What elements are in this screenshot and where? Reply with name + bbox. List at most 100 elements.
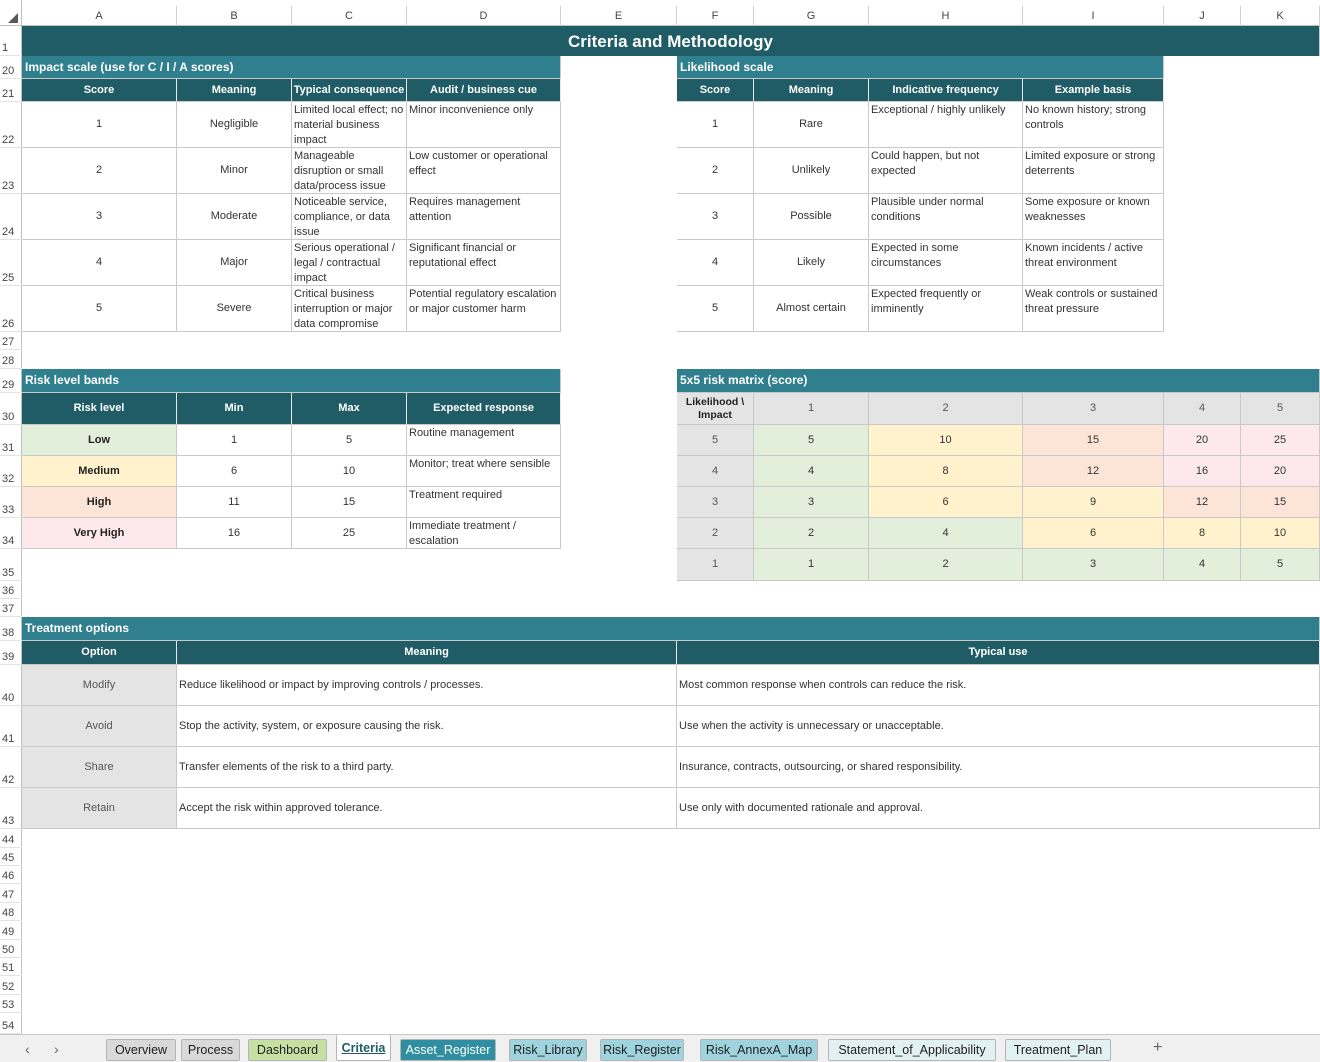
impact-cell[interactable]: Significant financial or reputational ef… — [407, 240, 561, 286]
impact-cell[interactable]: Minor inconvenience only — [407, 102, 561, 148]
row-header-24[interactable]: 24 — [0, 194, 22, 240]
likelihood-cell[interactable]: 4 — [677, 240, 754, 286]
treatment-option[interactable]: Share — [22, 747, 177, 788]
row-header-27[interactable]: 27 — [0, 332, 22, 350]
bands-cell[interactable]: Monitor; treat where sensible — [407, 456, 561, 487]
sheet-tab-overview[interactable]: Overview — [106, 1039, 176, 1061]
impact-header-0[interactable]: Score — [22, 79, 177, 102]
matrix-impact-4[interactable]: 4 — [677, 456, 754, 487]
column-header-e[interactable]: E — [561, 6, 677, 26]
likelihood-cell[interactable]: Weak controls or sustained threat pressu… — [1023, 286, 1164, 332]
column-header-c[interactable]: C — [292, 6, 407, 26]
likelihood-scale-title[interactable]: Likelihood scale — [677, 56, 1164, 79]
impact-cell[interactable]: 1 — [22, 102, 177, 148]
prev-sheet-icon[interactable]: ‹ — [25, 1041, 30, 1057]
bands-cell[interactable]: Low — [22, 425, 177, 456]
matrix-score-cell[interactable]: 4 — [869, 518, 1023, 549]
row-header-48[interactable]: 48 — [0, 903, 22, 921]
row-header-20[interactable]: 20 — [0, 56, 22, 79]
impact-header-3[interactable]: Audit / business cue — [407, 79, 561, 102]
matrix-score-cell[interactable]: 1 — [754, 549, 869, 581]
row-header-23[interactable]: 23 — [0, 148, 22, 194]
bands-cell[interactable]: High — [22, 487, 177, 518]
select-all-corner[interactable] — [0, 0, 22, 26]
impact-cell[interactable]: Negligible — [177, 102, 292, 148]
row-header-53[interactable]: 53 — [0, 995, 22, 1013]
bands-cell[interactable]: Medium — [22, 456, 177, 487]
likelihood-header-1[interactable]: Meaning — [754, 79, 869, 102]
matrix-score-cell[interactable]: 20 — [1241, 456, 1320, 487]
matrix-score-cell[interactable]: 10 — [869, 425, 1023, 456]
likelihood-cell[interactable]: 3 — [677, 194, 754, 240]
sheet-tab-asset-register[interactable]: Asset_Register — [400, 1039, 496, 1061]
bands-cell[interactable]: 16 — [177, 518, 292, 549]
impact-cell[interactable]: Major — [177, 240, 292, 286]
column-header-i[interactable]: I — [1023, 6, 1164, 26]
treatment-meaning[interactable]: Accept the risk within approved toleranc… — [177, 788, 677, 829]
matrix-score-cell[interactable]: 3 — [1023, 549, 1164, 581]
likelihood-cell[interactable]: Limited exposure or strong deterrents — [1023, 148, 1164, 194]
matrix-likelihood-5[interactable]: 5 — [1241, 393, 1320, 425]
matrix-score-cell[interactable]: 2 — [754, 518, 869, 549]
likelihood-cell[interactable]: Likely — [754, 240, 869, 286]
row-header-39[interactable]: 39 — [0, 641, 22, 665]
row-header-32[interactable]: 32 — [0, 456, 22, 487]
bands-header-0[interactable]: Risk level — [22, 393, 177, 425]
impact-cell[interactable]: Manageable disruption or small data/proc… — [292, 148, 407, 194]
column-header-k[interactable]: K — [1241, 6, 1320, 26]
bands-cell[interactable]: Immediate treatment / escalation — [407, 518, 561, 549]
row-header-44[interactable]: 44 — [0, 829, 22, 848]
bands-cell[interactable]: Routine management — [407, 425, 561, 456]
likelihood-cell[interactable]: Possible — [754, 194, 869, 240]
bands-cell[interactable]: 11 — [177, 487, 292, 518]
column-header-d[interactable]: D — [407, 6, 561, 26]
row-header-52[interactable]: 52 — [0, 976, 22, 995]
bands-header-2[interactable]: Max — [292, 393, 407, 425]
impact-header-1[interactable]: Meaning — [177, 79, 292, 102]
matrix-score-cell[interactable]: 4 — [754, 456, 869, 487]
row-header-30[interactable]: 30 — [0, 393, 22, 425]
row-header-41[interactable]: 41 — [0, 706, 22, 747]
matrix-score-cell[interactable]: 5 — [1241, 549, 1320, 581]
next-sheet-icon[interactable]: › — [54, 1041, 59, 1057]
treatment-header-option[interactable]: Option — [22, 641, 177, 665]
matrix-score-cell[interactable]: 12 — [1164, 487, 1241, 518]
impact-cell[interactable]: Limited local effect; no material busine… — [292, 102, 407, 148]
row-header-29[interactable]: 29 — [0, 369, 22, 393]
impact-header-2[interactable]: Typical consequence — [292, 79, 407, 102]
sheet-tab-treatment-plan[interactable]: Treatment_Plan — [1005, 1039, 1111, 1061]
column-header-f[interactable]: F — [677, 6, 754, 26]
treatment-header-meaning[interactable]: Meaning — [177, 641, 677, 665]
likelihood-header-3[interactable]: Example basis — [1023, 79, 1164, 102]
matrix-score-cell[interactable]: 2 — [869, 549, 1023, 581]
treatment-meaning[interactable]: Transfer elements of the risk to a third… — [177, 747, 677, 788]
likelihood-header-0[interactable]: Score — [677, 79, 754, 102]
treatment-use[interactable]: Insurance, contracts, outsourcing, or sh… — [677, 747, 1320, 788]
matrix-score-cell[interactable]: 15 — [1023, 425, 1164, 456]
treatment-option[interactable]: Retain — [22, 788, 177, 829]
row-header-22[interactable]: 22 — [0, 102, 22, 148]
row-header-46[interactable]: 46 — [0, 866, 22, 884]
sheet-tab-dashboard[interactable]: Dashboard — [248, 1039, 327, 1061]
likelihood-header-2[interactable]: Indicative frequency — [869, 79, 1023, 102]
matrix-score-cell[interactable]: 8 — [869, 456, 1023, 487]
sheet-tab-criteria[interactable]: Criteria — [336, 1035, 391, 1061]
impact-cell[interactable]: 3 — [22, 194, 177, 240]
bands-cell[interactable]: 1 — [177, 425, 292, 456]
likelihood-cell[interactable]: Unlikely — [754, 148, 869, 194]
row-header-50[interactable]: 50 — [0, 940, 22, 958]
matrix-score-cell[interactable]: 4 — [1164, 549, 1241, 581]
impact-cell[interactable]: Minor — [177, 148, 292, 194]
likelihood-cell[interactable]: No known history; strong controls — [1023, 102, 1164, 148]
row-header-51[interactable]: 51 — [0, 958, 22, 976]
matrix-impact-3[interactable]: 3 — [677, 487, 754, 518]
likelihood-cell[interactable]: 5 — [677, 286, 754, 332]
treatment-use[interactable]: Most common response when controls can r… — [677, 665, 1320, 706]
matrix-likelihood-2[interactable]: 2 — [869, 393, 1023, 425]
column-header-j[interactable]: J — [1164, 6, 1241, 26]
matrix-impact-1[interactable]: 1 — [677, 549, 754, 581]
bands-cell[interactable]: 5 — [292, 425, 407, 456]
sheet-tab-risk-register[interactable]: Risk_Register — [600, 1039, 684, 1061]
treatment-meaning[interactable]: Reduce likelihood or impact by improving… — [177, 665, 677, 706]
impact-cell[interactable]: Noticeable service, compliance, or data … — [292, 194, 407, 240]
